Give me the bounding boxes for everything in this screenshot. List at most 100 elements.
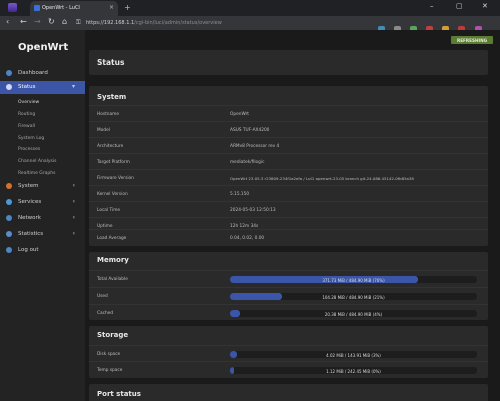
row-label: Kernel Version	[97, 192, 128, 197]
progress-label: 4.02 MiB / 143.91 MiB (3%)	[326, 352, 381, 358]
row-label: Target Platform	[97, 160, 130, 165]
sidebar-item-network[interactable]: Network ›	[0, 212, 85, 225]
section-title-port-status: Port status	[97, 390, 141, 398]
page-title: Status	[97, 58, 125, 67]
section-title-memory: Memory	[97, 256, 129, 264]
table-row: Model ASUS TUF-AX4200	[89, 121, 488, 138]
table-row: Firmware Version OpenWrt 23.05.3 r23809-2…	[89, 169, 488, 186]
progress-label: 1.12 MiB / 242.45 MiB (0%)	[326, 368, 381, 374]
address-bar[interactable]: https://192.168.1.1/cgi-bin/luci/admin/s…	[86, 18, 386, 28]
table-row: Architecture ARMv8 Processor rev 4	[89, 137, 488, 154]
row-label: Load Average	[97, 236, 127, 241]
browser-toolbar: ‹ ← → ↻ ⌂ ⚿ https://192.168.1.1/cgi-bin/…	[0, 16, 500, 52]
submenu-routing[interactable]: Routing	[18, 112, 35, 117]
system-icon	[6, 183, 12, 189]
chevron-right-icon: ›	[72, 198, 75, 205]
progress-bar: 371.73 MiB / 484.90 MiB (76%)	[230, 276, 477, 283]
sidebar-item-services[interactable]: Services ›	[0, 196, 85, 209]
row-label: Architecture	[97, 144, 124, 149]
row-label: Temp space	[97, 368, 123, 373]
chevron-right-icon: ›	[72, 182, 75, 189]
security-icon[interactable]: ⚿	[76, 19, 81, 27]
row-label: Firmware Version	[97, 176, 134, 181]
brand-logo[interactable]: OpenWrt	[18, 42, 68, 53]
table-row: Disk space 4.02 MiB / 143.91 MiB (3%)	[89, 345, 488, 362]
forward-icon[interactable]: →	[34, 17, 41, 26]
reload-icon[interactable]: ↻	[48, 17, 55, 26]
logout-icon	[6, 247, 12, 253]
sidebar-item-status[interactable]: Status ▾	[0, 81, 85, 94]
back-icon[interactable]: ‹	[6, 17, 9, 26]
home-icon[interactable]: ⌂	[62, 17, 67, 26]
sidebar-item-label: System	[18, 183, 39, 189]
favicon-icon	[34, 5, 40, 11]
sidebar-item-label: Statistics	[18, 231, 44, 237]
row-label: Total Available	[97, 277, 128, 282]
table-row: Local Time 2024-05-03 12:50:13	[89, 201, 488, 218]
row-label: Disk space	[97, 352, 121, 357]
maximize-button[interactable]: ▢	[456, 2, 463, 10]
row-value: ASUS TUF-AX4200	[230, 128, 270, 133]
browser-tab[interactable]: OpenWrt - LuCI ×	[30, 1, 118, 16]
row-value: ARMv8 Processor rev 4	[230, 144, 280, 149]
row-value: OpenWrt	[230, 112, 249, 117]
back-arrow-icon[interactable]: ←	[20, 17, 27, 26]
table-row: Used 104.28 MiB / 484.90 MiB (21%)	[89, 287, 488, 304]
row-label: Cached	[97, 311, 114, 316]
chevron-down-icon: ▾	[71, 83, 75, 90]
table-row: Target Platform mediatek/filogic	[89, 153, 488, 170]
sidebar: OpenWrt Dashboard Status ▾ Overview Rout…	[0, 30, 85, 401]
sidebar-item-logout[interactable]: Log out	[0, 244, 85, 257]
progress-bar: 4.02 MiB / 143.91 MiB (3%)	[230, 351, 477, 358]
row-value: 5.15.150	[230, 192, 250, 197]
minimize-button[interactable]: –	[430, 2, 434, 10]
row-value: OpenWrt 23.05.3 r23809-234f1a2efa / LuCI…	[230, 176, 414, 181]
submenu-channel-analysis[interactable]: Channel Analysis	[18, 159, 56, 164]
table-row: Temp space 1.12 MiB / 242.45 MiB (0%)	[89, 361, 488, 378]
new-tab-button[interactable]: +	[124, 3, 131, 12]
table-row: Load Average 0.04, 0.02, 0.00	[89, 229, 488, 245]
progress-label: 104.28 MiB / 484.90 MiB (21%)	[322, 294, 385, 300]
row-label: Used	[97, 294, 108, 299]
url-path: /cgi-bin/luci/admin/status/overview	[134, 20, 222, 26]
submenu-system-log[interactable]: System Log	[18, 136, 44, 141]
table-row: Cached 20.38 MiB / 484.90 MiB (4%)	[89, 304, 488, 321]
tab-close-icon[interactable]: ×	[109, 4, 114, 11]
section-title-storage: Storage	[97, 331, 129, 339]
sidebar-item-statistics[interactable]: Statistics ›	[0, 228, 85, 241]
progress-bar: 104.28 MiB / 484.90 MiB (21%)	[230, 293, 477, 300]
services-icon	[6, 199, 12, 205]
row-label: Model	[97, 128, 110, 133]
sidebar-item-dashboard[interactable]: Dashboard	[0, 67, 85, 80]
submenu-firewall[interactable]: Firewall	[18, 124, 35, 129]
refresh-button[interactable]: REFRESHING	[451, 36, 493, 44]
submenu-realtime-graphs[interactable]: Realtime Graphs	[18, 171, 55, 176]
status-icon	[6, 84, 12, 90]
table-row: Total Available 371.73 MiB / 484.90 MiB …	[89, 270, 488, 287]
progress-bar: 20.38 MiB / 484.90 MiB (4%)	[230, 310, 477, 317]
section-title-system: System	[97, 93, 127, 101]
table-row: Kernel Version 5.15.150	[89, 185, 488, 202]
progress-label: 371.73 MiB / 484.90 MiB (76%)	[322, 277, 385, 283]
sidebar-item-label: Log out	[18, 247, 39, 253]
url-host: https://192.168.1.1	[86, 20, 135, 26]
row-value: mediatek/filogic	[230, 160, 265, 165]
statistics-icon	[6, 231, 12, 237]
chevron-right-icon: ›	[72, 214, 75, 221]
port-status-card	[89, 384, 488, 401]
close-window-button[interactable]: ✕	[482, 2, 488, 10]
submenu-overview[interactable]: Overview	[18, 100, 39, 105]
progress-label: 20.38 MiB / 484.90 MiB (4%)	[324, 311, 383, 317]
progress-bar: 1.12 MiB / 242.45 MiB (0%)	[230, 367, 477, 374]
submenu-processes[interactable]: Processes	[18, 147, 40, 152]
browser-menu-icon[interactable]	[8, 3, 17, 12]
chevron-right-icon: ›	[72, 230, 75, 237]
row-value: 0.04, 0.02, 0.00	[230, 236, 265, 241]
table-row: Hostname OpenWrt	[89, 105, 488, 122]
row-label: Hostname	[97, 112, 119, 117]
browser-tab-bar: OpenWrt - LuCI × + – ▢ ✕	[0, 0, 500, 16]
row-value: 2024-05-03 12:50:13	[230, 208, 276, 213]
tab-title: OpenWrt - LuCI	[42, 5, 80, 11]
sidebar-item-label: Status	[18, 84, 36, 90]
sidebar-item-system[interactable]: System ›	[0, 180, 85, 193]
